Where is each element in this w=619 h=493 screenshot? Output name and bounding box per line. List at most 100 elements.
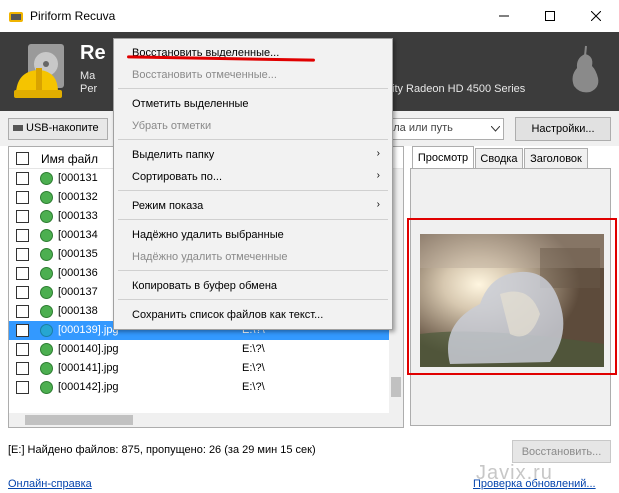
row-checkbox[interactable]: [16, 267, 29, 280]
app-name-heading: Re: [80, 42, 106, 64]
menu-separator: [118, 270, 388, 271]
menu-separator: [118, 190, 388, 191]
row-checkbox[interactable]: [16, 343, 29, 356]
file-name: [000139].jpg: [58, 324, 119, 336]
menu-item-view-mode[interactable]: Режим показа ›: [114, 195, 392, 217]
file-path: E:\?\: [242, 343, 265, 355]
context-menu: Восстановить выделенные... Восстановить …: [113, 38, 393, 330]
horizontal-scroll-thumb[interactable]: [25, 415, 133, 425]
drive-label: USB-накопите: [26, 122, 99, 134]
system-info-line-1: Ma: [80, 70, 96, 82]
menu-separator: [118, 299, 388, 300]
menu-item-copy-clipboard[interactable]: Копировать в буфер обмена: [114, 275, 392, 297]
status-indicator-icon: [40, 362, 53, 375]
row-checkbox[interactable]: [16, 172, 29, 185]
status-indicator-icon: [40, 286, 53, 299]
title-bar: Piriform Recuva: [0, 0, 619, 32]
status-indicator-icon: [40, 248, 53, 261]
menu-item-select-folder[interactable]: Выделить папку ›: [114, 144, 392, 166]
online-help-link[interactable]: Онлайн-справка: [8, 478, 92, 490]
menu-item-label: Восстановить отмеченные...: [132, 69, 277, 81]
file-name: [000133: [58, 210, 98, 222]
row-checkbox[interactable]: [16, 248, 29, 261]
column-name-header[interactable]: Имя файл: [41, 152, 98, 166]
file-name: [000141].jpg: [58, 362, 119, 374]
tab-preview[interactable]: Просмотр: [412, 146, 474, 169]
settings-button[interactable]: Настройки...: [515, 117, 611, 141]
chevron-down-icon: [491, 126, 500, 132]
maximize-button[interactable]: [527, 0, 573, 32]
table-row[interactable]: [000141].jpg E:\?\: [9, 359, 389, 378]
status-indicator-icon: [40, 172, 53, 185]
status-indicator-icon: [40, 343, 53, 356]
menu-item-label: Сохранить список файлов как текст...: [132, 309, 324, 321]
menu-separator: [118, 139, 388, 140]
status-indicator-icon: [40, 305, 53, 318]
menu-item-recover-checked[interactable]: Восстановить отмеченные...: [114, 64, 392, 86]
row-checkbox[interactable]: [16, 286, 29, 299]
status-indicator-icon: [40, 381, 53, 394]
chevron-right-icon: ›: [376, 170, 380, 181]
horizontal-scrollbar[interactable]: [9, 413, 403, 427]
row-checkbox[interactable]: [16, 191, 29, 204]
status-indicator-icon: [40, 267, 53, 280]
menu-separator: [118, 88, 388, 89]
status-text: [E:] Найдено файлов: 875, пропущено: 26 …: [8, 444, 316, 456]
minimize-icon: [499, 15, 509, 17]
file-path: E:\?\: [242, 362, 265, 374]
recuva-app-icon: [9, 12, 23, 22]
menu-item-label: Надёжно удалить выбранные: [132, 229, 284, 241]
recuva-logo-icon: [14, 44, 64, 98]
menu-item-label: Надёжно удалить отмеченные: [132, 251, 288, 263]
file-path: E:\?\: [242, 381, 265, 393]
preview-highlight-box: [407, 218, 617, 375]
file-name: [000137: [58, 286, 98, 298]
close-icon: [591, 11, 601, 21]
menu-item-save-list-text[interactable]: Сохранить список файлов как текст...: [114, 304, 392, 326]
file-name: [000131: [58, 172, 98, 184]
drive-select[interactable]: USB-накопите: [8, 118, 108, 140]
table-row[interactable]: [000140].jpg E:\?\: [9, 340, 389, 359]
tab-header[interactable]: Заголовок: [524, 148, 588, 168]
file-name: [000136: [58, 267, 98, 279]
menu-item-label: Выделить папку: [132, 149, 215, 161]
row-checkbox[interactable]: [16, 381, 29, 394]
check-updates-link[interactable]: Проверка обновлений...: [473, 478, 596, 490]
table-row[interactable]: [000142].jpg E:\?\: [9, 378, 389, 397]
menu-item-label: Копировать в буфер обмена: [132, 280, 278, 292]
path-dropdown-button[interactable]: [488, 119, 503, 139]
row-checkbox[interactable]: [16, 210, 29, 223]
status-indicator-icon: [40, 210, 53, 223]
file-name: [000142].jpg: [58, 381, 119, 393]
menu-item-uncheck[interactable]: Убрать отметки: [114, 115, 392, 137]
row-checkbox[interactable]: [16, 229, 29, 242]
row-checkbox[interactable]: [16, 305, 29, 318]
minimize-button[interactable]: [481, 0, 527, 32]
menu-item-secure-delete-selected[interactable]: Надёжно удалить выбранные: [114, 224, 392, 246]
file-name: [000134: [58, 229, 98, 241]
close-button[interactable]: [573, 0, 619, 32]
tab-summary[interactable]: Сводка: [475, 148, 523, 168]
select-all-checkbox[interactable]: [16, 152, 29, 165]
system-info-line-2: Per: [80, 83, 98, 95]
window-title: Piriform Recuva: [30, 9, 116, 23]
recover-button[interactable]: Восстановить...: [512, 440, 611, 463]
status-indicator-icon: [40, 191, 53, 204]
pear-icon: [572, 45, 599, 93]
chevron-right-icon: ›: [376, 199, 380, 210]
row-checkbox[interactable]: [16, 324, 29, 337]
menu-item-secure-delete-checked[interactable]: Надёжно удалить отмеченные: [114, 246, 392, 268]
vertical-scroll-thumb[interactable]: [391, 377, 401, 397]
menu-separator: [118, 219, 388, 220]
status-indicator-icon: [40, 229, 53, 242]
menu-item-recover-selected[interactable]: Восстановить выделенные...: [114, 42, 392, 64]
status-indicator-icon: [40, 324, 53, 337]
path-combo[interactable]: айла или путь: [376, 118, 504, 140]
drive-icon: [13, 125, 23, 132]
file-name: [000138: [58, 305, 98, 317]
menu-item-sort-by[interactable]: Сортировать по... ›: [114, 166, 392, 188]
row-checkbox[interactable]: [16, 362, 29, 375]
menu-item-check-selected[interactable]: Отметить выделенные: [114, 93, 392, 115]
menu-item-label: Отметить выделенные: [132, 98, 249, 110]
menu-item-label: Режим показа: [132, 200, 204, 212]
